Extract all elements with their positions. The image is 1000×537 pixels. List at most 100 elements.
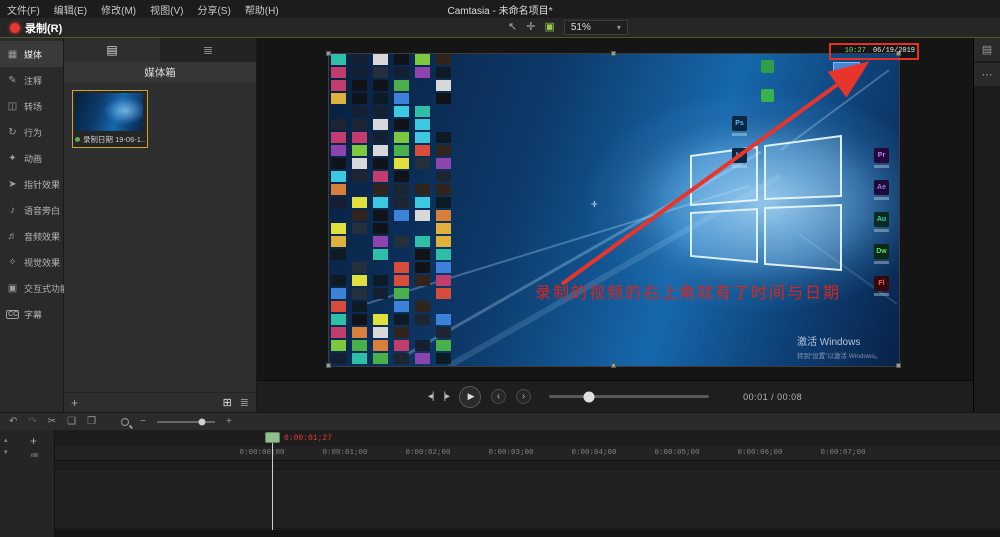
sidebar-item-animations[interactable]: ✦动画 <box>0 145 63 171</box>
crop-tool-icon[interactable]: ▣ <box>544 22 554 33</box>
play-button[interactable]: ▶ <box>459 386 481 408</box>
record-toolbar: 录制(R) ↖ ✛ ▣ 51% ▾ <box>0 18 1000 38</box>
resize-handle[interactable] <box>611 51 616 56</box>
sidebar-item-visual_fx[interactable]: ✧视觉效果 <box>0 249 63 275</box>
canvas-zoom-value: 51% <box>571 22 591 33</box>
ruler-tick-label: 0:00:02;00 <box>405 449 450 457</box>
text-callout[interactable]: 录制的视频的右上角就有了时间与日期 <box>535 279 841 303</box>
list-view-icon[interactable]: ≣ <box>240 396 249 409</box>
cut-button[interactable]: ✂ <box>48 417 56 427</box>
menu-item[interactable]: 文件(F) <box>0 2 47 17</box>
highlight-rectangle-callout[interactable]: 10:27 06/19/2019 <box>829 43 919 60</box>
grid-view-icon[interactable]: ⊞ <box>223 396 232 409</box>
mosaic-cell <box>352 106 367 117</box>
undo-button[interactable]: ↶ <box>9 417 17 427</box>
add-track-button[interactable]: + <box>30 434 37 448</box>
menu-item[interactable]: 编辑(E) <box>47 2 94 17</box>
resize-handle[interactable] <box>896 363 901 368</box>
ruler-tick-label: 0:00:06;00 <box>737 449 782 457</box>
menu-bar: 文件(F)编辑(E)修改(M)视图(V)分享(S)帮助(H) Camtasia … <box>0 0 1000 18</box>
menu-item[interactable]: 帮助(H) <box>238 2 286 17</box>
mosaic-column <box>373 54 388 366</box>
track-options-icon[interactable]: ≔ <box>30 450 39 461</box>
sidebar-item-cursor_fx[interactable]: ➤指针效果 <box>0 171 63 197</box>
mosaic-cell <box>394 67 409 78</box>
mosaic-cell <box>415 54 430 65</box>
mosaic-cell <box>415 314 430 325</box>
seek-slider[interactable] <box>549 395 709 398</box>
record-button[interactable]: 录制(R) <box>0 20 72 36</box>
timeline-tracks[interactable] <box>55 461 1000 530</box>
track-collapse-up-icon[interactable]: ▴ <box>4 436 8 444</box>
redo-button[interactable]: ↷ <box>28 417 36 427</box>
timestamp-tooltip <box>833 62 860 71</box>
resize-handle[interactable] <box>326 363 331 368</box>
tab-media-bin[interactable]: ▤ <box>64 38 160 62</box>
track-lane[interactable] <box>55 469 1000 529</box>
track-collapse-down-icon[interactable]: ▾ <box>4 448 8 456</box>
canvas-stage[interactable]: PsLr PrAeAuDwFl ✛ 激活 Windows 转到“设置”以激活 W… <box>257 38 973 380</box>
mosaic-column <box>394 54 409 366</box>
mosaic-cell <box>394 93 409 104</box>
media-clip-selected[interactable]: 录制日期 19-06-1... <box>72 90 148 148</box>
mosaic-cell <box>331 353 346 364</box>
next-clip-button[interactable]: › <box>516 389 531 404</box>
sidebar-item-media[interactable]: ▦媒体 <box>0 41 63 67</box>
mosaic-cell <box>415 184 430 195</box>
canvas-zoom-dropdown[interactable]: 51% ▾ <box>564 20 628 35</box>
timeline-zoom-slider-thumb[interactable] <box>199 418 206 425</box>
playhead-time-label: 0:00:01;27 <box>284 434 332 443</box>
desktop-green-icons <box>761 60 774 118</box>
paste-button[interactable]: ❐ <box>87 417 96 427</box>
animations-icon: ✦ <box>6 153 19 164</box>
sidebar-item-annotations[interactable]: ✎注释 <box>0 67 63 93</box>
mosaic-cell <box>436 158 451 169</box>
step-forward-button[interactable]: |▸ <box>443 391 449 402</box>
sidebar-item-label: 转场 <box>24 100 42 113</box>
menu-item[interactable]: 修改(M) <box>94 2 143 17</box>
arrow-tool-icon[interactable]: ↖ <box>508 22 517 33</box>
mosaic-cell <box>352 67 367 78</box>
playback-controls: ◂| |▸ ▶ ‹ › 00:01 / 00:08 <box>257 380 973 412</box>
audio_fx-icon: ♬ <box>6 231 19 242</box>
menu-item[interactable]: 视图(V) <box>143 2 190 17</box>
timeline-zoom-in-button[interactable]: + <box>226 417 232 427</box>
tab-library[interactable]: ≣ <box>160 38 256 62</box>
previous-clip-button[interactable]: ‹ <box>491 389 506 404</box>
mosaic-cell <box>436 327 451 338</box>
mosaic-cell <box>436 210 451 221</box>
mosaic-cell <box>352 54 367 65</box>
mosaic-cell <box>331 249 346 260</box>
resize-handle[interactable] <box>611 363 616 368</box>
timeline-zoom-out-button[interactable]: − <box>140 417 146 427</box>
collapsed-more-tab[interactable]: ⋯ <box>974 63 1000 86</box>
mosaic-cell <box>415 158 430 169</box>
playhead-grip[interactable] <box>265 432 280 443</box>
pan-tool-icon[interactable]: ✛ <box>526 22 535 33</box>
sidebar-item-behaviors[interactable]: ↻行为 <box>0 119 63 145</box>
mosaic-cell <box>436 275 451 286</box>
copy-button[interactable]: ❏ <box>67 417 76 427</box>
step-back-button[interactable]: ◂| <box>428 391 434 402</box>
mosaic-cell <box>331 275 346 286</box>
sidebar-item-audio_fx[interactable]: ♬音频效果 <box>0 223 63 249</box>
collapsed-properties-tab[interactable]: ▤ <box>974 38 1000 61</box>
timeline-ruler[interactable]: 0:00:00;000:00:01;000:00:02;000:00:03;00… <box>55 446 1000 461</box>
mosaic-column <box>352 54 367 366</box>
sidebar-item-interactivity[interactable]: ▣交互式功能 <box>0 275 63 301</box>
seek-slider-thumb[interactable] <box>584 391 595 402</box>
timeline-zoom-slider[interactable] <box>157 421 215 423</box>
sidebar-item-captions[interactable]: CC字幕 <box>0 301 63 327</box>
add-media-button[interactable]: + <box>71 396 78 410</box>
sidebar-item-voice[interactable]: ♪语音旁白 <box>0 197 63 223</box>
resize-handle[interactable] <box>326 51 331 56</box>
sidebar-item-transitions[interactable]: ◫转场 <box>0 93 63 119</box>
timeline-scrollbar[interactable] <box>55 530 1000 537</box>
mosaic-cell <box>373 301 388 312</box>
mosaic-cell <box>373 236 388 247</box>
ruler-tick-label: 0:00:04;00 <box>571 449 616 457</box>
menu-item[interactable]: 分享(S) <box>190 2 237 17</box>
mosaic-cell <box>373 210 388 221</box>
video-preview[interactable]: PsLr PrAeAuDwFl ✛ 激活 Windows 转到“设置”以激活 W… <box>329 54 899 366</box>
mosaic-cell <box>352 249 367 260</box>
